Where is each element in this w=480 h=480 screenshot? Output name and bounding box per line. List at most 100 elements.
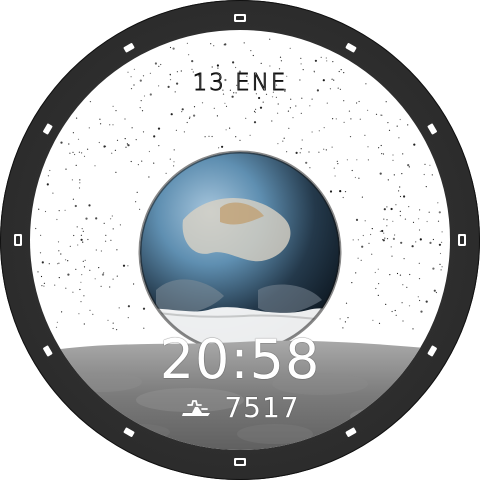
star-dot <box>78 187 81 189</box>
star-dot <box>262 101 264 103</box>
star-dot <box>49 169 51 172</box>
star-dot <box>81 152 83 154</box>
star-dot <box>154 62 157 65</box>
star-dot <box>94 165 96 167</box>
star-dot <box>193 106 196 108</box>
star-dot <box>218 147 220 149</box>
star-dot <box>92 313 94 315</box>
star-dot <box>61 311 63 313</box>
star-dot <box>73 234 75 237</box>
star-dot <box>101 273 105 276</box>
star-dot <box>399 186 401 188</box>
star-dot <box>235 136 237 138</box>
star-dot <box>204 136 206 138</box>
star-dot <box>72 291 74 293</box>
star-dot <box>438 211 441 214</box>
star-dot <box>75 164 77 166</box>
star-dot <box>408 206 410 208</box>
star-dot <box>419 238 422 241</box>
star-dot <box>37 271 39 273</box>
star-dot <box>347 317 349 319</box>
star-dot <box>423 173 425 176</box>
star-dot <box>75 268 77 270</box>
star-dot <box>239 139 241 141</box>
star-dot <box>383 232 385 234</box>
star-dot <box>418 262 420 264</box>
star-dot <box>271 96 274 98</box>
star-dot <box>88 204 91 207</box>
star-dot <box>52 192 54 194</box>
star-dot <box>301 97 303 99</box>
star-dot <box>41 285 43 287</box>
star-dot <box>356 102 358 104</box>
star-dot <box>280 60 282 62</box>
star-dot <box>359 118 361 120</box>
star-dot <box>131 127 133 129</box>
star-dot <box>259 106 263 109</box>
star-dot <box>245 117 247 119</box>
star-dot <box>78 313 80 315</box>
star-dot <box>105 240 107 242</box>
star-dot <box>38 208 40 210</box>
star-dot <box>433 289 436 292</box>
star-dot <box>331 146 333 148</box>
star-dot <box>85 217 88 220</box>
star-dot <box>379 230 381 232</box>
star-dot <box>370 233 372 236</box>
star-dot <box>394 234 396 236</box>
star-dot <box>56 218 58 221</box>
star-dot <box>188 117 191 119</box>
star-dot <box>383 208 386 211</box>
star-dot <box>311 131 313 133</box>
star-dot <box>35 227 37 230</box>
star-dot <box>440 269 442 271</box>
star-dot <box>72 151 74 153</box>
star-dot <box>398 137 400 139</box>
star-dot <box>289 47 291 49</box>
star-dot <box>382 239 384 241</box>
star-dot <box>181 111 183 113</box>
star-dot <box>402 284 404 286</box>
star-dot <box>44 210 47 213</box>
star-dot <box>110 239 112 241</box>
star-dot <box>65 259 67 261</box>
star-dot <box>354 176 356 179</box>
star-dot <box>68 143 70 145</box>
star-dot <box>95 217 98 220</box>
star-dot <box>103 222 105 224</box>
star-dot <box>371 228 373 230</box>
star-dot <box>43 282 45 284</box>
star-dot <box>82 241 84 243</box>
star-dot <box>124 138 126 140</box>
star-dot <box>87 238 89 241</box>
star-dot <box>384 237 386 239</box>
star-dot <box>65 287 67 289</box>
star-dot <box>314 59 317 62</box>
star-dot <box>385 101 387 103</box>
star-dot <box>437 202 439 204</box>
steps-row: 7517 <box>0 391 480 424</box>
star-dot <box>40 275 43 278</box>
star-dot <box>309 105 311 107</box>
star-dot <box>186 121 188 124</box>
star-dot <box>107 319 109 321</box>
star-dot <box>378 283 380 285</box>
star-dot <box>269 38 271 40</box>
star-dot <box>424 163 426 165</box>
star-dot <box>391 255 393 257</box>
star-dot <box>217 67 219 69</box>
star-dot <box>386 225 388 227</box>
star-dot <box>389 274 391 276</box>
star-dot <box>401 302 403 304</box>
star-dot <box>381 229 384 233</box>
star-dot <box>78 151 80 153</box>
star-dot <box>79 179 81 181</box>
star-dot <box>111 215 113 217</box>
star-dot <box>386 219 388 221</box>
star-dot <box>69 245 71 247</box>
star-dot <box>160 63 162 66</box>
star-dot <box>80 301 82 303</box>
star-dot <box>441 241 443 243</box>
star-dot <box>127 317 129 319</box>
star-dot <box>41 261 44 264</box>
